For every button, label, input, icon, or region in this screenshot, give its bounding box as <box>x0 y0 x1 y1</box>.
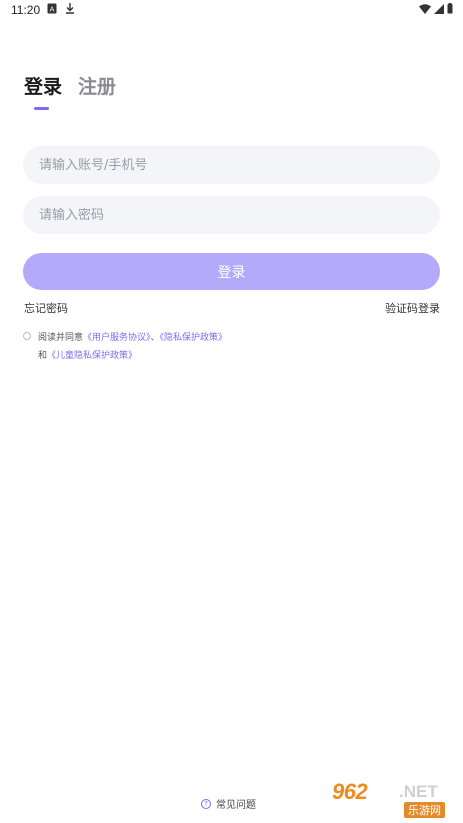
status-bar: 11:20 A <box>0 0 463 20</box>
agreement-line-1: 阅读并同意《用户服务协议》、《隐私保护政策》 <box>38 329 227 347</box>
svg-text:A: A <box>50 6 55 14</box>
watermark-net: .NET <box>399 782 438 801</box>
tab-login[interactable]: 登录 <box>24 74 62 100</box>
child-privacy-link[interactable]: 《儿童隐私保护政策》 <box>47 351 137 361</box>
signal-icon <box>434 3 444 14</box>
password-input[interactable] <box>23 196 440 234</box>
status-right-icons <box>419 3 453 14</box>
agreement-and: 和 <box>38 351 48 361</box>
auth-tabs: 登录 注册 <box>24 74 116 100</box>
faq-link[interactable]: ? 常见问题 <box>201 796 256 811</box>
watermark-site: 乐游网 <box>404 802 445 818</box>
a-box-icon: A <box>47 3 57 14</box>
download-icon <box>66 3 74 14</box>
agreement-line-2: 和《儿童隐私保护政策》 <box>38 347 137 365</box>
agree-checkbox[interactable] <box>23 332 31 340</box>
faq-label: 常见问题 <box>216 800 256 811</box>
login-button[interactable]: 登录 <box>23 253 440 290</box>
watermark-number: 962 <box>332 779 368 804</box>
help-icon: ? <box>201 798 211 809</box>
agreement-prefix: 阅读并同意 <box>38 333 84 343</box>
tab-register[interactable]: 注册 <box>78 74 116 100</box>
code-login-link[interactable]: 验证码登录 <box>385 300 440 316</box>
forgot-password-link[interactable]: 忘记密码 <box>24 300 68 316</box>
wifi-icon <box>419 3 431 14</box>
battery-icon <box>447 3 453 14</box>
watermark-logo: 962 .NET 乐游网 <box>324 775 459 818</box>
account-input[interactable] <box>23 146 440 184</box>
agreement-separator: 、 <box>150 333 160 343</box>
active-tab-indicator <box>34 107 49 110</box>
privacy-policy-link[interactable]: 《隐私保护政策》 <box>160 333 228 343</box>
status-left-icons: A <box>47 3 75 14</box>
user-agreement-link[interactable]: 《用户服务协议》 <box>83 333 151 343</box>
status-time: 11:20 <box>11 3 41 17</box>
